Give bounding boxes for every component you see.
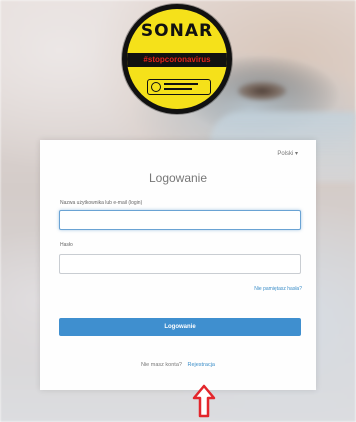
logo-title: SONAR: [140, 21, 214, 41]
forgot-password-link[interactable]: Nie pamiętasz hasła?: [254, 286, 302, 292]
register-row: Nie masz konta? Rejestracja: [40, 362, 316, 368]
username-label: Nazwa użytkownika lub e-mail (login): [60, 200, 143, 206]
logo-text-line: [164, 88, 192, 90]
logo-band: #stopcoronavirus: [127, 53, 227, 67]
partner-icon: [151, 82, 161, 92]
login-title: Logowanie: [148, 171, 208, 185]
password-label: Hasło: [60, 242, 73, 248]
password-input[interactable]: [59, 254, 301, 274]
language-selector[interactable]: Polski ▾: [277, 150, 298, 157]
sonar-logo: SONAR #stopcoronavirus: [122, 4, 232, 114]
username-input[interactable]: [59, 210, 301, 230]
logo-text-line: [164, 83, 198, 85]
login-button[interactable]: Logowanie: [59, 318, 301, 336]
logo-badge: SONAR #stopcoronavirus: [127, 9, 227, 109]
register-prompt: Nie masz konta?: [140, 362, 182, 368]
background-eye: [238, 82, 286, 100]
logo-partner-mark: [147, 79, 211, 95]
register-link[interactable]: Rejestracja: [187, 362, 215, 368]
login-card: Polski ▾ Logowanie Nazwa użytkownika lub…: [40, 140, 316, 390]
up-arrow-icon: [192, 384, 216, 418]
